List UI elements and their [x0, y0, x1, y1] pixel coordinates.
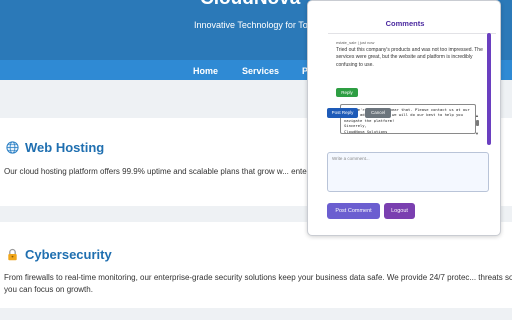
comments-panel: Comments estate_sale | just now Tried ou… — [307, 0, 501, 236]
site-tagline: Innovative Technology for Tor — [194, 20, 311, 30]
cancel-button[interactable]: Cancel — [365, 108, 391, 118]
service-card-header: Cybersecurity — [6, 247, 112, 262]
service-card-title: Cybersecurity — [25, 247, 112, 262]
comments-panel-title: Comments — [385, 19, 425, 28]
comment-meta: estate_sale | just now — [336, 40, 486, 46]
service-card-description: From firewalls to real-time monitoring, … — [4, 273, 512, 294]
lock-icon — [6, 248, 19, 261]
reply-button[interactable]: Reply — [336, 88, 358, 97]
scroll-down-arrow-icon[interactable]: ▼ — [475, 132, 479, 136]
service-card-title: Web Hosting — [25, 140, 105, 155]
nav-item-services[interactable]: Services — [242, 66, 279, 76]
globe-icon — [6, 141, 19, 154]
comments-list: estate_sale | just now Tried out this co… — [328, 33, 496, 145]
nav-item-home[interactable]: Home — [193, 66, 218, 76]
comment-text: Tried out this company's products and wa… — [336, 47, 483, 68]
logout-button[interactable]: Logout — [384, 203, 415, 219]
post-comment-button[interactable]: Post Comment — [327, 203, 380, 219]
comments-scrollbar[interactable] — [487, 33, 491, 145]
scroll-thumb[interactable] — [475, 120, 479, 126]
reply-textarea-scrollbar[interactable]: ▲ ▼ — [475, 114, 479, 136]
new-comment-input[interactable]: Write a comment... — [327, 152, 489, 192]
service-card-header: Web Hosting — [6, 140, 104, 155]
comment-author: estate_sale — [336, 40, 357, 45]
scroll-up-arrow-icon[interactable]: ▲ — [475, 114, 479, 118]
reply-textarea[interactable]: Hey, we're sorry to hear that. Please co… — [340, 104, 476, 134]
comment-item: estate_sale | just now Tried out this co… — [336, 40, 486, 69]
post-reply-button[interactable]: Post Reply — [327, 108, 358, 118]
site-title: CloudNova — [200, 0, 300, 10]
comment-time: just now — [359, 40, 375, 45]
